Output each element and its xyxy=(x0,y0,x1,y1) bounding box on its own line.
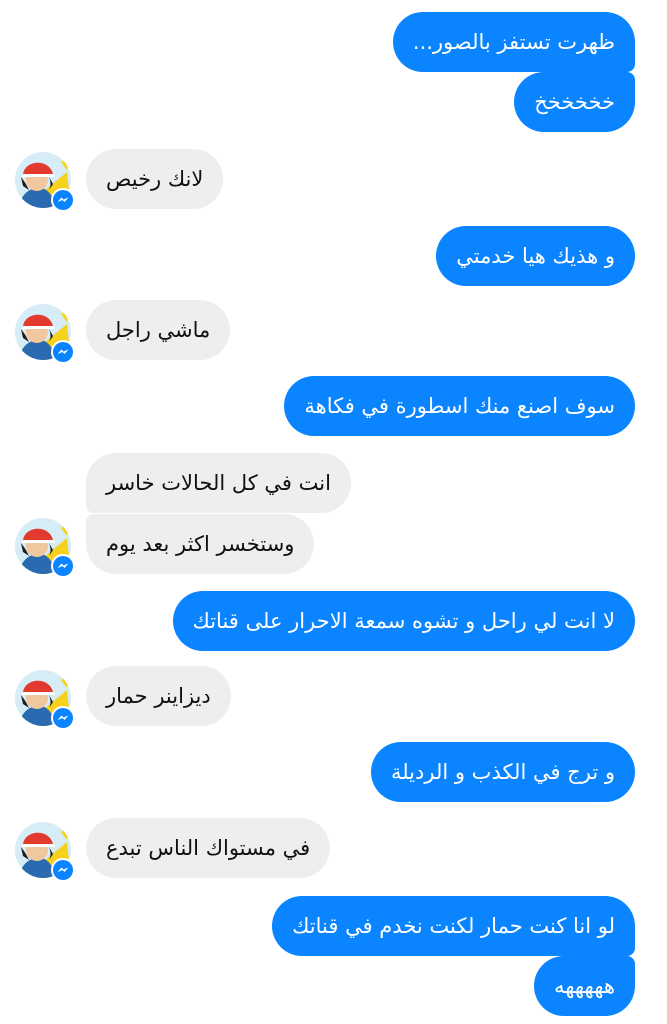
chat-thread: ظهرت تستفز بالصور... خخخخخخ لانك رخيص و … xyxy=(0,0,667,1024)
received-message-bubble[interactable]: ماشي راجل xyxy=(86,300,231,360)
sent-message-bubble[interactable]: لو انا كنت حمار لكنت نخدم في قناتك xyxy=(272,896,635,956)
received-message-bubble[interactable]: وستخسر اكثر بعد يوم xyxy=(86,514,315,574)
sent-message-bubble[interactable]: هههههه xyxy=(533,956,635,1016)
received-message-bubble[interactable]: لانك رخيص xyxy=(86,149,224,209)
received-message-bubble[interactable]: ديزاينر حمار xyxy=(86,666,231,726)
messenger-icon xyxy=(51,188,75,212)
sent-message-bubble[interactable]: سوف اصنع منك اسطورة في فكاهة xyxy=(284,376,635,436)
sent-message-bubble[interactable]: و ترج في الكذب و الرديلة xyxy=(370,742,635,802)
sent-message-bubble[interactable]: لا انت لي راحل و تشوه سمعة الاحرار على ق… xyxy=(172,591,635,651)
messenger-icon xyxy=(51,706,75,730)
contact-avatar[interactable] xyxy=(15,670,75,730)
contact-avatar[interactable] xyxy=(15,518,75,578)
messenger-icon xyxy=(51,340,75,364)
received-message-bubble[interactable]: انت في كل الحالات خاسر xyxy=(86,453,351,513)
received-message-bubble[interactable]: في مستواك الناس تبدع xyxy=(86,818,331,878)
contact-avatar[interactable] xyxy=(15,304,75,364)
sent-message-bubble[interactable]: خخخخخخ xyxy=(514,72,635,132)
contact-avatar[interactable] xyxy=(15,152,75,212)
messenger-icon xyxy=(51,554,75,578)
messenger-icon xyxy=(51,858,75,882)
sent-message-bubble[interactable]: و هذيك هيا خدمتي xyxy=(436,226,635,286)
sent-message-bubble[interactable]: ظهرت تستفز بالصور... xyxy=(392,12,635,72)
contact-avatar[interactable] xyxy=(15,822,75,882)
